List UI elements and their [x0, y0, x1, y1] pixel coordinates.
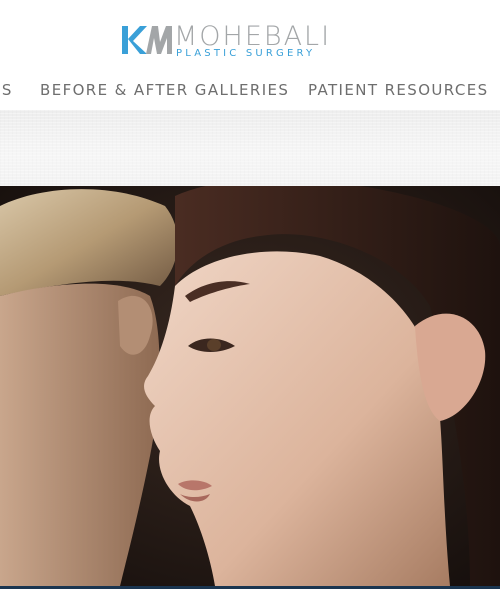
- nav-item-patient-resources[interactable]: PATIENT RESOURCES: [308, 80, 489, 100]
- site-logo[interactable]: MOHEBALI PLASTIC SURGERY: [122, 22, 329, 62]
- hero-image: [0, 186, 500, 586]
- hero-photo-illustration: [0, 186, 500, 586]
- main-nav: ES BEFORE & AFTER GALLERIES PATIENT RESO…: [0, 80, 500, 102]
- site-header: MOHEBALI PLASTIC SURGERY ES BEFORE & AFT…: [0, 0, 500, 110]
- logo-subtitle: PLASTIC SURGERY: [176, 48, 316, 59]
- km-logo-mark-icon: [122, 26, 172, 54]
- nav-item-galleries[interactable]: BEFORE & AFTER GALLERIES: [40, 80, 289, 100]
- nav-item-partial[interactable]: ES: [0, 80, 13, 100]
- textured-banner-strip: [0, 110, 500, 186]
